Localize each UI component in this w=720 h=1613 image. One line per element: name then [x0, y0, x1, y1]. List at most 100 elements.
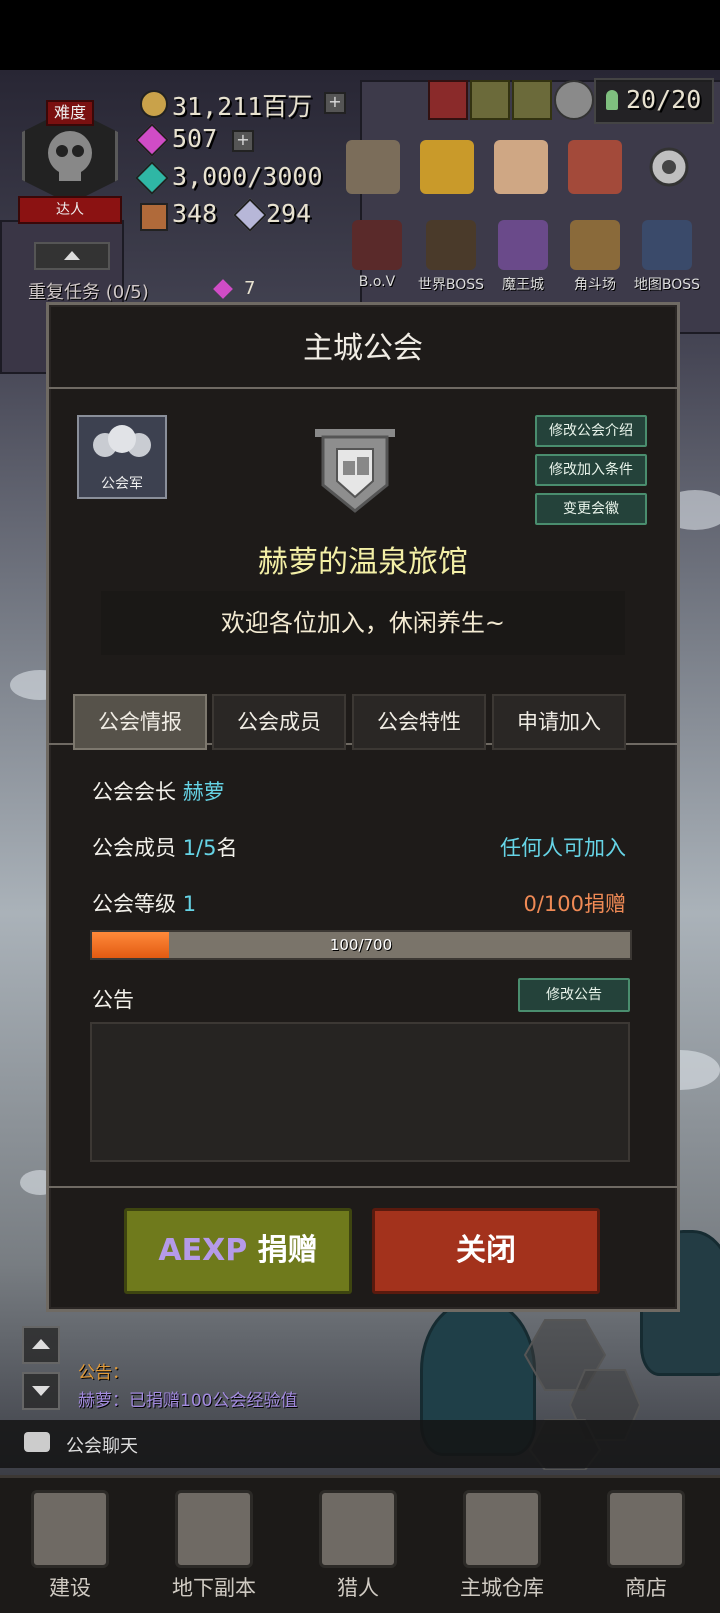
chevron-down-icon	[32, 1386, 50, 1396]
settings-gear-icon[interactable]	[642, 140, 696, 194]
chat-channel-label: 公会聊天	[66, 1436, 138, 1457]
guild-army-badge[interactable]: 公会军	[77, 415, 167, 499]
nav-hunter[interactable]: 猎人	[288, 1480, 428, 1610]
nav-dungeon-label: 地下副本	[172, 1576, 256, 1600]
gold-amount: 31,211百万	[172, 92, 313, 121]
gold-coin-icon	[140, 90, 168, 118]
chat-last-message: 赫萝：已捐赠100公会经验值	[78, 1391, 298, 1411]
edit-intro-button[interactable]: 修改公会介绍	[535, 415, 647, 447]
bov-icon	[352, 220, 402, 270]
nav-build[interactable]: 建设	[0, 1480, 140, 1610]
repeat-task-label[interactable]: 重复任务 (0/5)	[28, 278, 149, 304]
buff-cross-icon[interactable]	[512, 80, 552, 120]
buff-cross-icon[interactable]	[470, 80, 510, 120]
guild-intro-box: 欢迎各位加入，休闲养生~	[101, 591, 625, 655]
nav-hunter-label: 猎人	[337, 1576, 379, 1600]
buff-face-icon[interactable]	[554, 80, 594, 120]
book-icon[interactable]	[346, 140, 400, 194]
person-icon	[606, 90, 618, 110]
guild-icon[interactable]	[568, 140, 622, 194]
gem-amount: 507	[172, 124, 218, 153]
members-value: 1/5	[182, 836, 217, 860]
guild-army-label: 公会军	[101, 476, 143, 492]
trophy-icon[interactable]	[420, 140, 474, 194]
tab-guild-traits[interactable]: 公会特性	[352, 694, 486, 750]
nav-storage[interactable]: 主城仓库	[432, 1480, 572, 1610]
feature-map-boss[interactable]: 地图BOSS	[632, 220, 702, 294]
edit-join-condition-button[interactable]: 修改加入条件	[535, 454, 647, 486]
nav-dungeon[interactable]: 地下副本	[144, 1480, 284, 1610]
guild-emblem-icon	[313, 425, 397, 515]
feature-bov[interactable]: B.o.V	[342, 220, 412, 290]
notice-text	[92, 1024, 628, 1044]
notice-label: 公告	[92, 988, 134, 1012]
members-row: 公会成员 1/5名	[92, 832, 237, 862]
leader-label: 公会会长	[92, 780, 176, 804]
rank-label: 达人	[18, 196, 122, 224]
donation-status: 0/100捐赠	[523, 892, 626, 916]
join-policy: 任何人可加入	[500, 836, 626, 860]
modal-title: 主城公会	[303, 331, 423, 366]
feature-demon-castle[interactable]: 魔王城	[488, 220, 558, 294]
level-value: 1	[182, 892, 197, 916]
tab-apply-join[interactable]: 申请加入	[492, 694, 626, 750]
members-unit: 名	[216, 836, 238, 860]
chest-icon	[140, 203, 168, 231]
chevron-up-icon	[64, 251, 80, 260]
buff-dragon-icon[interactable]	[428, 80, 468, 120]
chat-scroll-down-button[interactable]	[22, 1372, 60, 1410]
chat-bar[interactable]: 公会聊天	[0, 1420, 720, 1468]
donate-label: 捐赠	[247, 1233, 318, 1268]
stamina-amount: 3,000/3000	[172, 162, 323, 191]
guild-name: 赫萝的温泉旅馆	[258, 545, 468, 580]
level-row: 公会等级 1	[92, 888, 196, 918]
map-boss-icon	[642, 220, 692, 270]
chat-scroll-up-button[interactable]	[22, 1326, 60, 1364]
level-label: 公会等级	[92, 892, 176, 916]
nav-build-label: 建设	[49, 1576, 91, 1600]
guild-intro-text: 欢迎各位加入，休闲养生~	[220, 609, 506, 637]
hunter-goblin-icon	[319, 1490, 397, 1568]
guild-exp-text: 100/700	[329, 936, 393, 954]
chest-amount: 348	[172, 199, 218, 228]
chat-notice-prefix: 公告：	[78, 1363, 129, 1383]
population-count: 20/20	[626, 85, 702, 114]
helmets-icon	[93, 425, 151, 457]
guild-exp-bar: 100/700	[90, 930, 632, 960]
leader-name[interactable]: 赫萝	[183, 780, 225, 804]
storage-chest-icon	[463, 1490, 541, 1568]
add-gold-button[interactable]: +	[324, 92, 346, 114]
change-emblem-button[interactable]: 变更会徽	[535, 493, 647, 525]
world-boss-icon	[426, 220, 476, 270]
aexp-label: AEXP	[158, 1233, 248, 1268]
repeat-task-reward: 7	[244, 278, 256, 299]
feature-arena[interactable]: 角斗场	[560, 220, 630, 294]
mail-icon[interactable]	[494, 140, 548, 194]
leader-row: 公会会长 赫萝	[92, 776, 225, 806]
nav-shop[interactable]: 商店	[576, 1480, 716, 1610]
members-label: 公会成员	[92, 836, 176, 860]
difficulty-badge[interactable]: 难度 达人	[18, 96, 122, 224]
dungeon-gate-icon	[175, 1490, 253, 1568]
tab-guild-info[interactable]: 公会情报	[73, 694, 207, 750]
aexp-donate-button[interactable]: AEXP 捐赠	[124, 1208, 352, 1294]
demon-castle-icon	[498, 220, 548, 270]
difficulty-label: 难度	[46, 100, 94, 126]
collapse-quest-button[interactable]	[34, 242, 110, 270]
edit-notice-button[interactable]: 修改公告	[518, 978, 630, 1012]
nav-storage-label: 主城仓库	[460, 1576, 544, 1600]
crystal-amount: 294	[266, 199, 312, 228]
population-panel[interactable]: 20/20	[594, 78, 714, 124]
modal-footer-divider	[46, 1186, 680, 1188]
tab-guild-members[interactable]: 公会成员	[212, 694, 346, 750]
close-button[interactable]: 关闭	[372, 1208, 600, 1294]
hammer-icon	[31, 1490, 109, 1568]
arena-helmet-icon	[570, 220, 620, 270]
chevron-up-icon	[32, 1339, 50, 1349]
shop-stall-icon	[607, 1490, 685, 1568]
add-gem-button[interactable]: +	[232, 130, 254, 152]
chat-bubble-icon	[24, 1432, 50, 1452]
nav-shop-label: 商店	[625, 1576, 667, 1600]
notice-box	[90, 1022, 630, 1162]
feature-world-boss[interactable]: 世界BOSS	[416, 220, 486, 294]
